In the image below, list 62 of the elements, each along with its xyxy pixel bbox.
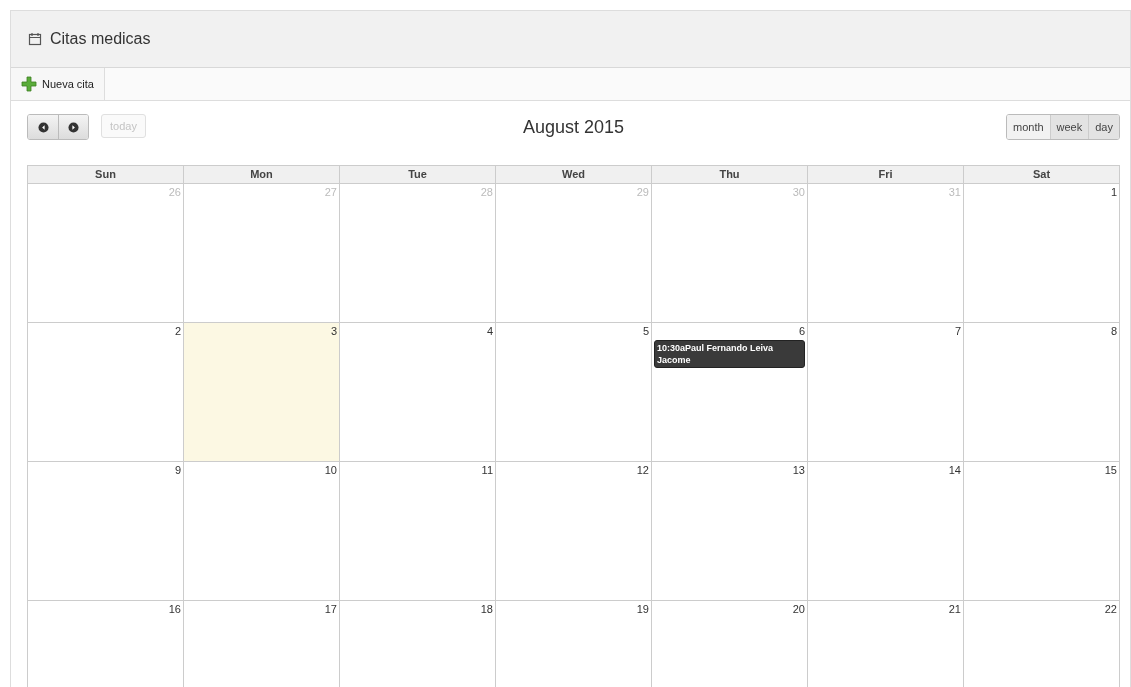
day-cell[interactable]: 9: [28, 462, 184, 601]
day-number: 29: [636, 186, 649, 198]
day-cell[interactable]: 10: [184, 462, 340, 601]
day-cell[interactable]: 12: [496, 462, 652, 601]
day-cell[interactable]: 1: [964, 184, 1120, 323]
day-cell[interactable]: 2: [28, 323, 184, 462]
day-cell[interactable]: 8: [964, 323, 1120, 462]
day-number: 20: [792, 603, 805, 615]
day-number: 14: [948, 464, 961, 476]
day-number: 17: [324, 603, 337, 615]
panel-title: Citas medicas: [50, 30, 151, 48]
day-number: 19: [636, 603, 649, 615]
day-number: 30: [792, 186, 805, 198]
day-number: 11: [481, 464, 493, 476]
day-number: 16: [168, 603, 181, 615]
calendar-title: August 2015: [522, 116, 625, 138]
view-button[interactable]: month: [1007, 115, 1050, 139]
chevron-right-icon: [68, 121, 79, 133]
day-number: 28: [480, 186, 493, 198]
weekday-header: Sun: [28, 165, 184, 184]
day-number: 5: [642, 325, 649, 337]
day-cell[interactable]: 7: [808, 323, 964, 462]
weekday-header: Fri: [808, 165, 964, 184]
day-number: 1: [1110, 186, 1117, 198]
day-number: 2: [174, 325, 181, 337]
day-number: 13: [792, 464, 805, 476]
day-number: 9: [174, 464, 181, 476]
previous-button[interactable]: [28, 115, 58, 139]
calendar-event[interactable]: 10:30aPaul Fernando Leiva Jacome: [654, 340, 805, 368]
day-cell[interactable]: 14: [808, 462, 964, 601]
weekday-header: Mon: [184, 165, 340, 184]
day-number: 18: [480, 603, 493, 615]
day-number: 6: [798, 325, 805, 337]
day-number: 26: [168, 186, 181, 198]
day-cell[interactable]: 13: [652, 462, 808, 601]
chevron-left-icon: [37, 121, 49, 133]
day-cell[interactable]: 6 10:30aPaul Fernando Leiva Jacome: [652, 323, 808, 462]
day-cell[interactable]: 11: [340, 462, 496, 601]
day-number: 21: [948, 603, 961, 615]
day-number: 31: [948, 186, 961, 198]
weekday-header: Thu: [652, 165, 808, 184]
day-number: 3: [330, 325, 337, 337]
day-cell[interactable]: 15: [964, 462, 1120, 601]
day-number: 8: [1110, 325, 1117, 337]
day-number: 4: [486, 325, 493, 337]
day-number: 10: [324, 464, 337, 476]
day-cell[interactable]: 5: [496, 323, 652, 462]
next-button[interactable]: [58, 115, 88, 139]
view-button[interactable]: day: [1088, 115, 1119, 139]
weekday-header: Wed: [496, 165, 652, 184]
weekday-header: Sat: [964, 165, 1120, 184]
weekday-header: Tue: [340, 165, 496, 184]
view-button[interactable]: week: [1049, 115, 1089, 139]
day-number: 22: [1104, 603, 1117, 615]
day-cell[interactable]: 4: [340, 323, 496, 462]
day-number: 7: [954, 325, 961, 337]
day-number: 15: [1104, 464, 1117, 476]
day-number: 27: [324, 186, 337, 198]
day-number: 12: [636, 464, 649, 476]
calendar-icon: [28, 32, 42, 46]
day-cell[interactable]: 3: [184, 323, 340, 462]
plus-icon: [21, 76, 37, 92]
